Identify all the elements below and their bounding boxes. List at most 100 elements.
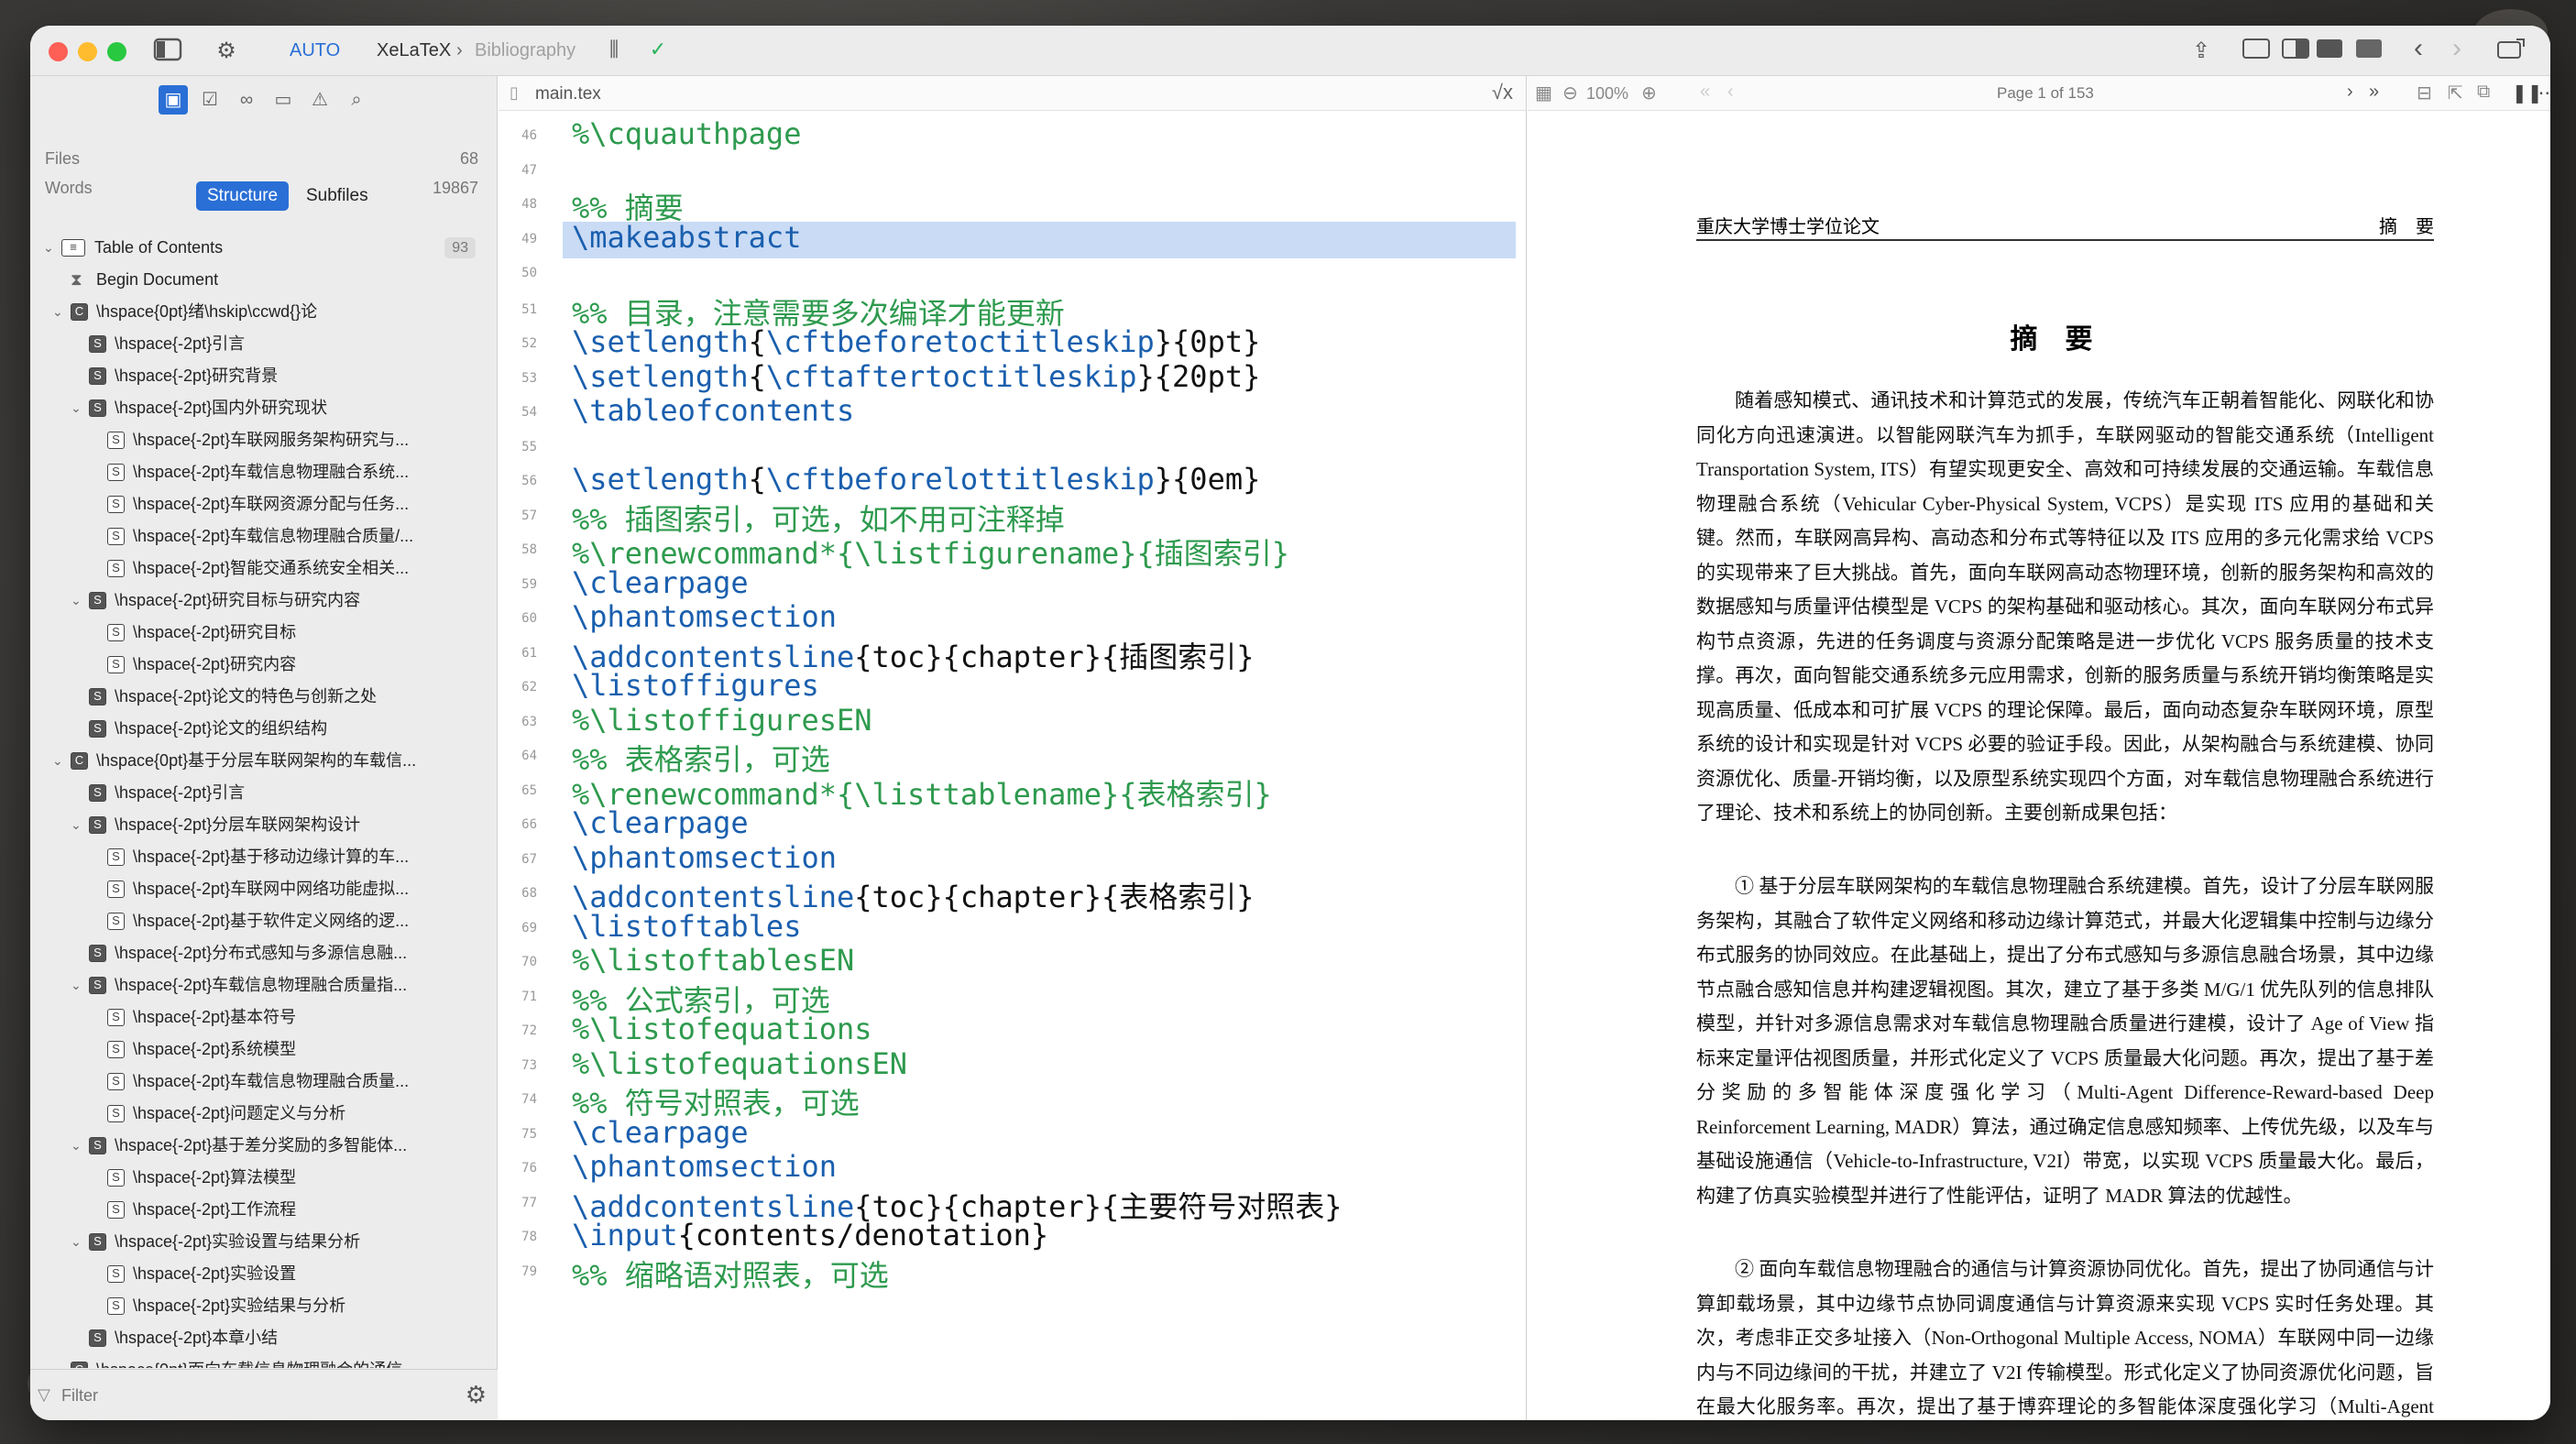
page-indicator[interactable]: Page 1 of 153 — [1997, 84, 2094, 103]
code-line[interactable]: %\listoffiguresEN — [572, 703, 872, 738]
last-page-icon[interactable]: » — [2369, 82, 2379, 103]
tree-row[interactable]: S \hspace{-2pt}车载信息物理融合质量... — [30, 1066, 498, 1098]
search-icon[interactable]: ⌕ — [342, 85, 371, 115]
code-line[interactable]: \listoftables — [572, 909, 801, 944]
code-line[interactable]: \makeabstract — [572, 220, 801, 255]
links-icon[interactable]: ∞ — [232, 85, 261, 115]
zoom-level[interactable]: 100% — [1586, 84, 1628, 104]
tree-row[interactable]: S \hspace{-2pt}实验结果与分析 — [30, 1290, 498, 1322]
code-line[interactable]: \listoffigures — [572, 668, 819, 703]
chevron-down-icon[interactable]: ⌄ — [43, 232, 54, 264]
chevron-down-icon[interactable]: ⌄ — [71, 585, 82, 617]
tree-row[interactable]: ⧗ Begin Document — [30, 264, 498, 296]
first-page-icon[interactable]: « — [1700, 82, 1710, 103]
tree-row[interactable]: S \hspace{-2pt}车联网中网络功能虚拟... — [30, 873, 498, 905]
tree-row[interactable]: S \hspace{-2pt}论文的特色与创新之处 — [30, 681, 498, 713]
layout-split-dark-icon[interactable] — [2314, 38, 2345, 66]
forward-icon[interactable]: › — [2446, 33, 2468, 64]
tree-row[interactable]: S \hspace{-2pt}研究背景 — [30, 360, 498, 392]
tree-row[interactable]: S \hspace{-2pt}问题定义与分析 — [30, 1098, 498, 1130]
prev-page-icon[interactable]: ‹ — [1727, 82, 1734, 103]
share-icon[interactable]: ⇪ — [2187, 38, 2215, 64]
sliders-icon[interactable]: ⫼ — [600, 38, 628, 61]
sync-icon[interactable]: ⊟ — [2417, 82, 2432, 104]
more-icon[interactable]: ⋯ — [2532, 82, 2550, 104]
tree-row[interactable]: S \hspace{-2pt}工作流程 — [30, 1194, 498, 1226]
math-preview-icon[interactable]: √x — [1492, 81, 1513, 104]
tree-row[interactable]: ⌄ ≡ Table of Contents 93 — [30, 232, 498, 264]
tree-row[interactable]: S \hspace{-2pt}引言 — [30, 777, 498, 809]
next-page-icon[interactable]: › — [2347, 82, 2353, 103]
tree-row[interactable]: S \hspace{-2pt}研究内容 — [30, 649, 498, 681]
back-icon[interactable]: ‹ — [2407, 33, 2429, 64]
minimize-window-button[interactable] — [78, 42, 97, 61]
chevron-down-icon[interactable]: ⌄ — [52, 1354, 63, 1368]
tree-row[interactable]: S \hspace{-2pt}车联网服务架构研究与... — [30, 424, 498, 456]
tree-row[interactable]: S \hspace{-2pt}系统模型 — [30, 1034, 498, 1066]
checklist-icon[interactable]: ☑ — [195, 85, 225, 115]
tab-subfiles[interactable]: Subfiles — [295, 181, 379, 211]
zoom-out-icon[interactable]: ⊖ — [1562, 82, 1578, 104]
code-line[interactable]: \tableofcontents — [572, 393, 854, 428]
layout-pdf-icon[interactable] — [2353, 38, 2384, 66]
tree-row[interactable]: S \hspace{-2pt}基本符号 — [30, 1001, 498, 1034]
tree-row[interactable]: S \hspace{-2pt}论文的组织结构 — [30, 713, 498, 745]
gear-icon[interactable]: ⚙ — [210, 38, 243, 64]
tree-row[interactable]: ⌄ S \hspace{-2pt}研究目标与研究内容 — [30, 585, 498, 617]
chevron-down-icon[interactable]: ⌄ — [71, 1130, 82, 1162]
layout-editor-icon[interactable] — [2241, 38, 2272, 66]
zoom-in-icon[interactable]: ⊕ — [1641, 82, 1657, 104]
filter-input[interactable] — [61, 1382, 446, 1409]
tree-row[interactable]: S \hspace{-2pt}算法模型 — [30, 1162, 498, 1194]
code-line[interactable]: %\listoftablesEN — [572, 943, 854, 978]
code-line[interactable]: \phantomsection — [572, 1149, 837, 1184]
structure-view-icon[interactable]: ▣ — [159, 85, 188, 115]
code-line[interactable]: \setlength{\cftbeforetoctitleskip}{0pt} — [572, 324, 1260, 359]
code-line[interactable]: \setlength{\cftbeforelottitleskip}{0em} — [572, 462, 1260, 497]
tree-row[interactable]: S \hspace{-2pt}本章小结 — [30, 1322, 498, 1354]
tree-row[interactable]: S \hspace{-2pt}实验设置 — [30, 1258, 498, 1290]
folder-icon[interactable]: ▭ — [269, 85, 298, 115]
window-icon[interactable]: ⧉ — [2477, 82, 2490, 103]
warning-icon[interactable]: ⚠ — [305, 85, 334, 115]
editor-filename[interactable]: main.tex — [535, 84, 601, 104]
tree-row[interactable]: ⌄ S \hspace{-2pt}分层车联网架构设计 — [30, 809, 498, 841]
sidebar-toggle-icon[interactable] — [151, 38, 184, 68]
typeset-mode[interactable]: AUTO — [290, 40, 340, 61]
tree-row[interactable]: S \hspace{-2pt}研究目标 — [30, 617, 498, 649]
engine-selector[interactable]: XeLaTeX — [377, 40, 451, 61]
tree-row[interactable]: S \hspace{-2pt}车载信息物理融合质量/... — [30, 520, 498, 552]
close-window-button[interactable] — [49, 42, 68, 61]
tree-row[interactable]: S \hspace{-2pt}引言 — [30, 328, 498, 360]
code-line[interactable]: \clearpage — [572, 1115, 749, 1150]
source-editor[interactable]: ▯ main.tex √x 46 %\cquauthpage 47 48%% 摘要 49… — [499, 76, 1527, 1420]
open-external-icon[interactable]: ⇱ — [2448, 82, 2463, 104]
chevron-down-icon[interactable]: ⌄ — [52, 745, 63, 777]
chevron-down-icon[interactable]: ⌄ — [71, 809, 82, 841]
chevron-down-icon[interactable]: ⌄ — [52, 296, 63, 328]
tree-row[interactable]: ⌄ C \hspace{0pt}绪\hskip\ccwd{}论 — [30, 296, 498, 328]
layout-split-icon[interactable] — [2280, 38, 2311, 66]
code-line[interactable]: %\listofequationsEN — [572, 1046, 907, 1081]
code-line[interactable]: %\listofequations — [572, 1012, 872, 1046]
code-line[interactable]: %% 缩略语对照表，可选 — [572, 1253, 889, 1295]
code-line[interactable]: \clearpage — [572, 805, 749, 840]
tree-row[interactable]: ⌄ S \hspace{-2pt}实验设置与结果分析 — [30, 1226, 498, 1258]
tree-row[interactable]: ⌄ S \hspace{-2pt}国内外研究现状 — [30, 392, 498, 424]
tree-row[interactable]: ⌄ S \hspace{-2pt}基于差分奖励的多智能体... — [30, 1130, 498, 1162]
tree-row[interactable]: S \hspace{-2pt}基于移动边缘计算的车... — [30, 841, 498, 873]
chevron-down-icon[interactable]: ⌄ — [71, 1226, 82, 1258]
tree-row[interactable]: ⌄ C \hspace{0pt}基于分层车联网架构的车载信... — [30, 745, 498, 777]
zoom-window-button[interactable] — [107, 42, 126, 61]
tree-row[interactable]: S \hspace{-2pt}基于软件定义网络的逻... — [30, 905, 498, 937]
code-line[interactable]: \phantomsection — [572, 840, 837, 875]
bibliography-crumb[interactable]: Bibliography — [475, 40, 575, 61]
code-line[interactable]: \clearpage — [572, 565, 749, 600]
tree-row[interactable]: S \hspace{-2pt}智能交通系统安全相关... — [30, 552, 498, 585]
code-line[interactable]: \phantomsection — [572, 599, 837, 634]
code-line[interactable]: \input{contents/denotation} — [572, 1218, 1048, 1253]
code-line[interactable]: %\cquauthpage — [572, 116, 801, 151]
tree-row[interactable]: ⌄ C \hspace{0pt}面向车载信息物理融合的通信... — [30, 1354, 498, 1368]
tab-structure[interactable]: Structure — [196, 181, 290, 211]
tree-row[interactable]: ⌄ S \hspace{-2pt}车载信息物理融合质量指... — [30, 969, 498, 1001]
